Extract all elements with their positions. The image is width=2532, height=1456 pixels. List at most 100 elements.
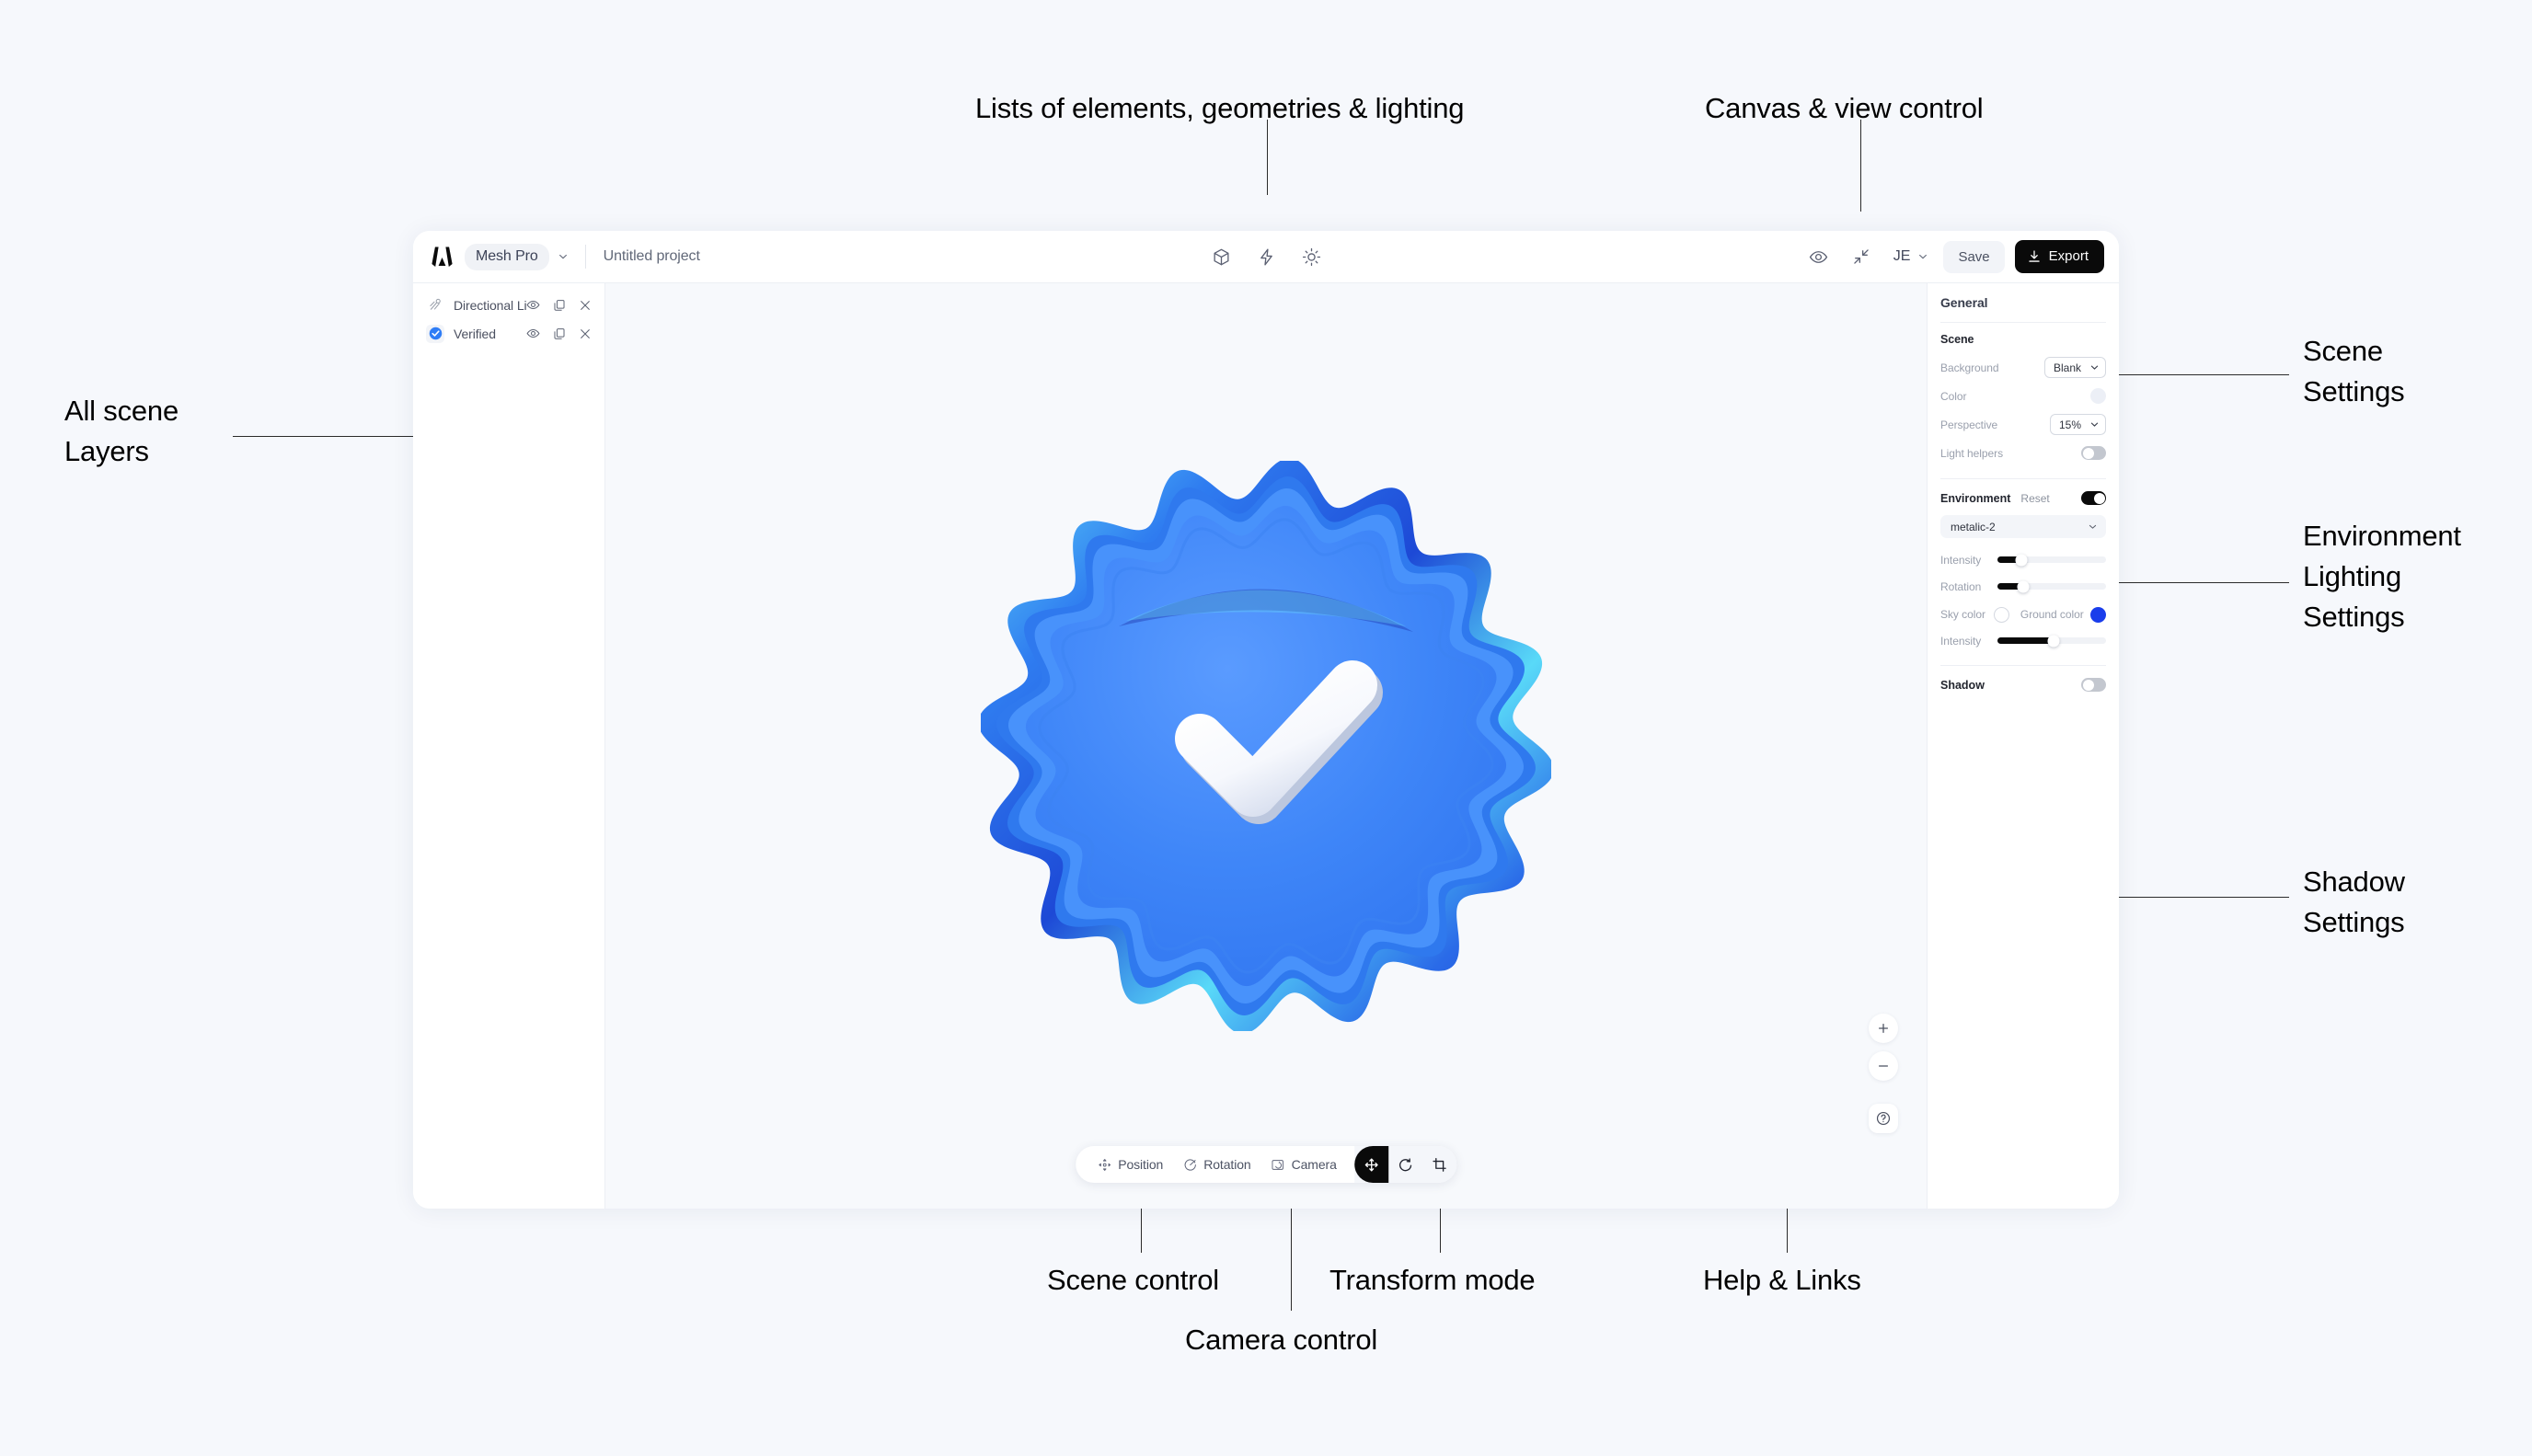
annotation-shadow-settings: Shadow Settings [2303, 866, 2405, 939]
sun-icon[interactable] [1301, 246, 1321, 267]
avatar-initials: JE [1893, 248, 1911, 264]
environment-heading: Environment [1940, 491, 2011, 505]
duplicate-icon[interactable] [552, 327, 566, 340]
top-center-tools [1211, 246, 1321, 267]
chevron-down-icon [2089, 362, 2100, 373]
divider [1940, 478, 2106, 479]
eye-icon[interactable] [526, 327, 540, 340]
env-intensity-row: Intensity [1940, 548, 2106, 571]
annotation-help-links: Help & Links [1703, 1264, 1861, 1296]
cube-icon[interactable] [1211, 246, 1231, 267]
annotation-canvas-view-control: Canvas & view control [1705, 92, 1984, 124]
layers-panel: Directional Light [413, 282, 605, 1209]
bt-label: Rotation [1203, 1157, 1251, 1172]
perspective-label: Perspective [1940, 418, 1998, 431]
ground-intensity-label: Intensity [1940, 634, 1982, 648]
sky-color-swatch[interactable] [1993, 606, 2009, 623]
eye-icon[interactable] [526, 298, 540, 312]
project-name[interactable]: Untitled project [604, 248, 700, 265]
help-circle-icon[interactable] [1869, 1104, 1898, 1133]
camera-control[interactable]: Camera [1261, 1157, 1347, 1172]
transform-rotate[interactable] [1388, 1146, 1422, 1183]
scene-color-row: Color [1940, 384, 2106, 408]
annotation-camera-control: Camera control [1185, 1324, 1378, 1356]
perspective-value: 15% [2058, 418, 2081, 431]
chevron-down-icon [1916, 249, 1930, 264]
bt-label: Position [1118, 1157, 1164, 1172]
background-label: Background [1940, 361, 1999, 374]
verified-badge-icon [426, 324, 444, 343]
chevron-down-icon[interactable] [556, 249, 570, 264]
background-select[interactable]: Blank [2043, 357, 2106, 378]
close-icon[interactable] [578, 298, 592, 312]
duplicate-icon[interactable] [552, 298, 566, 312]
layer-row-directional-light[interactable]: Directional Light [413, 291, 604, 319]
leader-line-scene-settings [2119, 374, 2289, 376]
rotation-gizmo-icon [1183, 1158, 1197, 1172]
leader-line-env-settings [2119, 582, 2289, 584]
environment-section-head: Environment Reset [1940, 491, 2106, 505]
ground-intensity-row: Intensity [1940, 629, 2106, 652]
save-button[interactable]: Save [1943, 240, 2005, 273]
scene-control-position[interactable]: Position [1088, 1157, 1173, 1172]
layer-label: Directional Light [454, 297, 526, 313]
plus-icon[interactable] [1869, 1014, 1898, 1043]
top-toolbar: Mesh Pro Untitled project JE Save Export [413, 231, 2119, 282]
light-helpers-toggle[interactable] [2081, 446, 2106, 460]
transform-scale[interactable] [1422, 1146, 1456, 1183]
light-helpers-row: Light helpers [1940, 441, 2106, 465]
environment-toggle[interactable] [2081, 491, 2106, 505]
leader-line-canvas [1860, 120, 1862, 212]
bt-label: Camera [1291, 1157, 1337, 1172]
scene-control-rotation[interactable]: Rotation [1173, 1157, 1260, 1172]
ground-color-label: Ground color [2020, 608, 2084, 621]
collapse-arrows-icon[interactable] [1851, 246, 1871, 267]
perspective-row: Perspective 15% [1940, 412, 2106, 437]
layer-row-verified[interactable]: Verified [413, 319, 604, 348]
environment-preset-select[interactable]: metalic-2 [1940, 515, 2106, 538]
annotation-environment-lighting-settings: Environment Lighting Settings [2303, 520, 2461, 634]
mesh-logo-icon[interactable] [430, 246, 455, 269]
view-controls [1869, 1014, 1898, 1133]
shadow-heading: Shadow [1940, 678, 1985, 692]
transform-move[interactable] [1353, 1146, 1388, 1183]
color-label: Color [1940, 389, 1967, 403]
position-gizmo-icon [1098, 1158, 1111, 1172]
scene-color-swatch[interactable] [2090, 388, 2106, 404]
export-button[interactable]: Export [2014, 240, 2104, 273]
shadow-section-head: Shadow [1940, 678, 2106, 692]
background-value: Blank [2053, 361, 2081, 374]
transform-mode-group [1353, 1146, 1456, 1183]
perspective-select[interactable]: 15% [2049, 414, 2106, 435]
shadow-toggle[interactable] [2081, 678, 2106, 692]
annotation-transform-mode: Transform mode [1329, 1264, 1536, 1296]
background-row: Background Blank [1940, 355, 2106, 380]
ground-intensity-slider[interactable] [1997, 635, 2106, 647]
sky-color-label: Sky color [1940, 608, 1985, 621]
close-icon[interactable] [578, 327, 592, 340]
env-rotation-row: Rotation [1940, 575, 2106, 598]
annotation-lists-of-elements: Lists of elements, geometries & lighting [975, 92, 1465, 124]
account-menu[interactable]: JE [1893, 248, 1931, 265]
annotation-all-scene-layers: All scene Layers [64, 395, 178, 468]
lightning-icon[interactable] [1256, 246, 1276, 267]
env-intensity-slider[interactable] [1997, 554, 2106, 566]
light-helpers-label: Light helpers [1940, 446, 2004, 460]
viewport-canvas[interactable]: Position Rotation Camera [605, 282, 1927, 1209]
settings-panel: General Scene Background Blank Color Per… [1927, 282, 2119, 1209]
ground-color-swatch[interactable] [2090, 606, 2106, 623]
toolbar-divider [584, 245, 586, 269]
bottom-toolbar: Position Rotation Camera [1076, 1146, 1456, 1183]
brand-label: Mesh Pro [476, 247, 538, 264]
download-icon [2027, 249, 2042, 264]
brand-selector[interactable]: Mesh Pro [465, 243, 549, 270]
env-rotation-label: Rotation [1940, 579, 1982, 593]
panel-title: General [1940, 295, 1988, 310]
layer-actions [526, 327, 592, 340]
verified-badge-3d-object[interactable] [978, 458, 1554, 1034]
environment-preset-value: metalic-2 [1951, 520, 1996, 533]
env-rotation-slider[interactable] [1997, 580, 2106, 592]
eye-icon[interactable] [1809, 246, 1829, 267]
environment-reset-button[interactable]: Reset [2020, 492, 2049, 505]
minus-icon[interactable] [1869, 1051, 1898, 1081]
